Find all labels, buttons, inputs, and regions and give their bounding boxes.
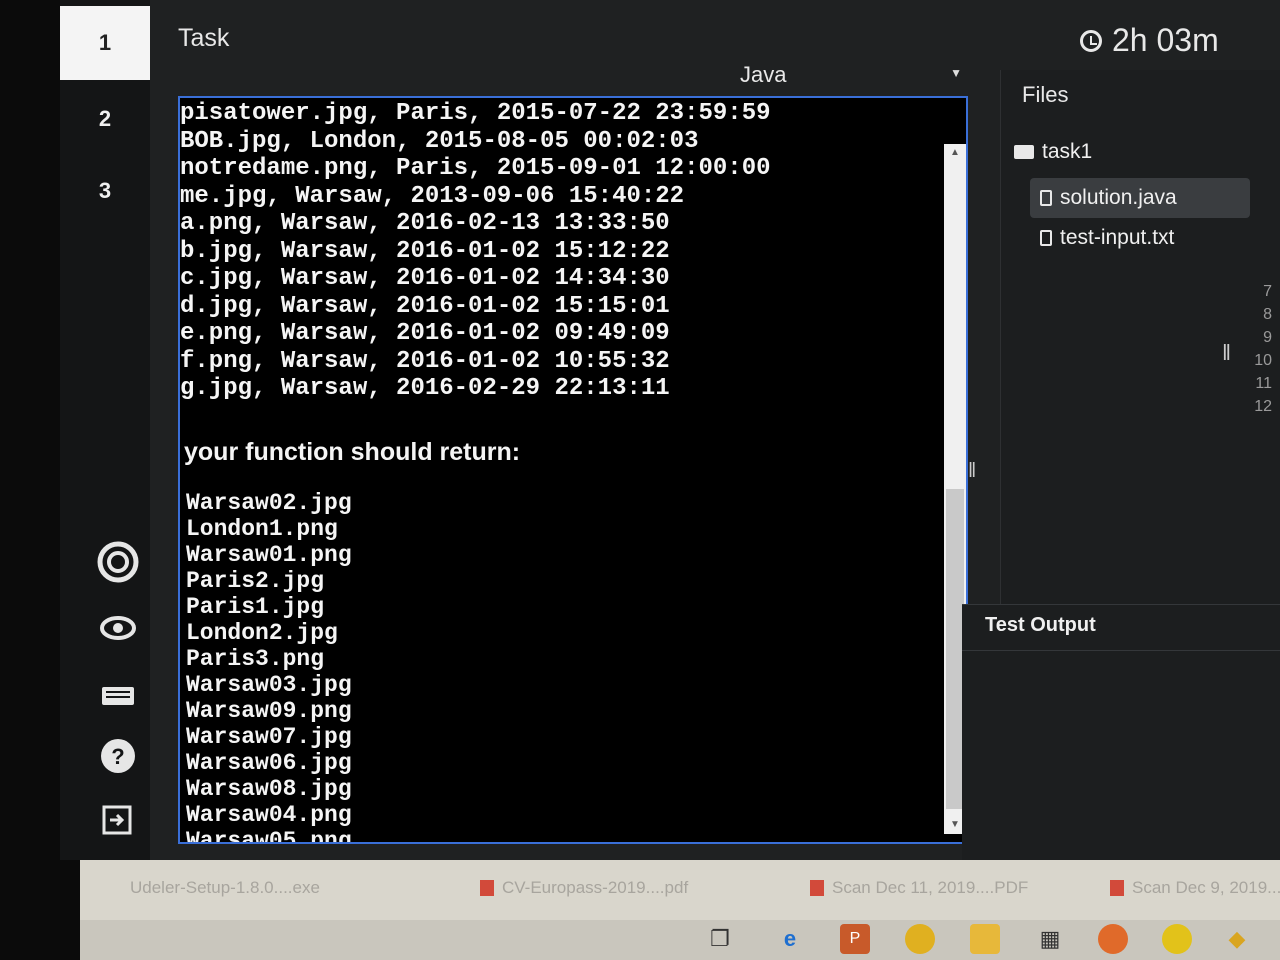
input-line: b.jpg, Warsaw, 2016-01-02 15:12:22 bbox=[180, 237, 670, 265]
result-line: Warsaw09.png bbox=[186, 698, 352, 724]
file-label: test-input.txt bbox=[1060, 226, 1175, 249]
file-test-input-txt[interactable]: test-input.txt bbox=[1040, 226, 1174, 250]
test-output-panel bbox=[962, 604, 1280, 861]
input-line: notredame.png, Paris, 2015-09-01 12:00:0… bbox=[180, 155, 771, 182]
scroll-up-icon[interactable]: ▲ bbox=[944, 144, 966, 162]
result-line: London1.png bbox=[186, 516, 338, 542]
result-line: Warsaw06.jpg bbox=[186, 750, 352, 776]
result-line: Paris2.jpg bbox=[186, 568, 325, 594]
result-line: Warsaw03.jpg bbox=[186, 672, 352, 698]
divider bbox=[962, 650, 1280, 651]
line-number: 10 bbox=[1254, 352, 1272, 369]
result-line: Warsaw02.jpg bbox=[186, 490, 352, 516]
result-line: Paris3.png bbox=[186, 646, 325, 672]
line-number: 9 bbox=[1263, 329, 1272, 346]
file-solution-java[interactable]: solution.java bbox=[1030, 178, 1250, 218]
language-select[interactable]: Java ▼ bbox=[740, 56, 970, 94]
language-value: Java bbox=[740, 62, 787, 87]
test-output-label: Test Output bbox=[985, 614, 1096, 636]
task-tab-1[interactable]: 1 bbox=[60, 6, 150, 80]
result-line: Warsaw01.png bbox=[186, 542, 352, 568]
powerpoint-icon[interactable]: P bbox=[840, 924, 870, 954]
result-line: Warsaw05.png bbox=[186, 828, 352, 844]
folder-icon bbox=[1014, 145, 1034, 159]
line-number: 12 bbox=[1254, 398, 1272, 415]
download-item[interactable]: Scan Dec 9, 2019.... bbox=[1110, 878, 1280, 898]
download-label: CV-Europass-2019....pdf bbox=[502, 878, 689, 897]
input-line: g.jpg, Warsaw, 2016-02-29 22:13:11 bbox=[180, 375, 670, 402]
file-icon bbox=[1040, 230, 1052, 246]
input-example: pisatower.jpg, Paris, 2015-07-22 23:59:5… bbox=[180, 100, 940, 403]
input-line: e.png, Warsaw, 2016-01-02 09:49:09 bbox=[180, 320, 670, 347]
result-line: Paris1.jpg bbox=[186, 594, 325, 620]
line-number: 8 bbox=[1263, 306, 1272, 323]
clock-icon bbox=[1080, 29, 1102, 52]
input-line: a.png, Warsaw, 2016-02-13 13:33:50 bbox=[180, 210, 670, 237]
input-line: c.jpg, Warsaw, 2016-01-02 14:34:30 bbox=[180, 265, 670, 292]
task-description-panel[interactable]: pisatower.jpg, Paris, 2015-07-22 23:59:5… bbox=[178, 96, 968, 844]
help-icon[interactable]: ? bbox=[92, 730, 144, 782]
edge-icon[interactable]: e bbox=[775, 924, 805, 954]
chrome-icon[interactable] bbox=[905, 924, 935, 954]
expected-output: Warsaw02.jpg London1.png Warsaw01.png Pa… bbox=[186, 490, 352, 844]
task-tab-3[interactable]: 3 bbox=[60, 156, 150, 226]
result-line: Warsaw08.jpg bbox=[186, 776, 352, 802]
file-explorer-icon[interactable] bbox=[970, 924, 1000, 954]
file-icon bbox=[1040, 190, 1052, 206]
result-line: Warsaw04.png bbox=[186, 802, 352, 828]
input-line: BOB.jpg, London, 2015-08-05 00:02:03 bbox=[180, 127, 699, 155]
input-line: me.jpg, Warsaw, 2013-09-06 15:40:22 bbox=[180, 182, 685, 210]
result-line: Warsaw07.jpg bbox=[186, 724, 352, 750]
download-item[interactable]: Udeler-Setup-1.8.0....exe bbox=[130, 878, 320, 898]
folder-label: task1 bbox=[1042, 140, 1093, 163]
task-view-icon[interactable]: ❐ bbox=[705, 924, 735, 954]
gear-icon[interactable] bbox=[92, 536, 144, 588]
pdf-icon bbox=[810, 880, 824, 896]
exit-icon[interactable] bbox=[92, 794, 144, 846]
file-label: solution.java bbox=[1060, 186, 1177, 209]
firefox-icon[interactable] bbox=[1098, 924, 1128, 954]
input-line: d.jpg, Warsaw, 2016-01-02 15:15:01 bbox=[180, 292, 670, 320]
app-icon[interactable] bbox=[1162, 924, 1192, 954]
timer: 2h 03m bbox=[1080, 22, 1219, 59]
editor-splitter-handle[interactable]: ‖ bbox=[1222, 340, 1231, 366]
store-icon[interactable]: ▦ bbox=[1035, 924, 1065, 954]
monitor-bezel bbox=[0, 860, 80, 960]
download-label: Scan Dec 11, 2019....PDF bbox=[832, 878, 1029, 897]
line-number: 11 bbox=[1255, 375, 1272, 392]
input-line: f.png, Warsaw, 2016-01-02 10:55:32 bbox=[180, 347, 670, 375]
svg-text:?: ? bbox=[111, 744, 124, 769]
files-label: Files bbox=[1022, 82, 1069, 107]
input-line: pisatower.jpg, Paris, 2015-07-22 23:59:5… bbox=[180, 100, 771, 127]
result-line: London2.jpg bbox=[186, 620, 338, 646]
editor-line-numbers: 7 8 9 10 11 12 bbox=[1250, 280, 1272, 418]
download-item[interactable]: Scan Dec 11, 2019....PDF bbox=[810, 878, 1028, 898]
task-title: Task bbox=[178, 24, 230, 52]
task-tab-2[interactable]: 2 bbox=[60, 84, 150, 154]
download-label: Scan Dec 9, 2019.... bbox=[1132, 878, 1280, 897]
panel-splitter-handle[interactable]: ‖ bbox=[968, 460, 978, 490]
chevron-down-icon: ▼ bbox=[950, 66, 962, 80]
pdf-icon bbox=[1110, 880, 1124, 896]
keyboard-icon[interactable] bbox=[92, 668, 144, 720]
line-number: 7 bbox=[1263, 283, 1272, 300]
download-label: Udeler-Setup-1.8.0....exe bbox=[130, 878, 320, 897]
pdf-icon bbox=[480, 880, 494, 896]
return-description: your function should return: bbox=[184, 438, 521, 466]
folder-task1[interactable]: task1 bbox=[1014, 140, 1092, 164]
download-item[interactable]: CV-Europass-2019....pdf bbox=[480, 878, 688, 898]
eye-icon[interactable] bbox=[92, 602, 144, 654]
timer-value: 2h 03m bbox=[1112, 22, 1219, 58]
folder-app-icon[interactable]: ◆ bbox=[1222, 924, 1252, 954]
